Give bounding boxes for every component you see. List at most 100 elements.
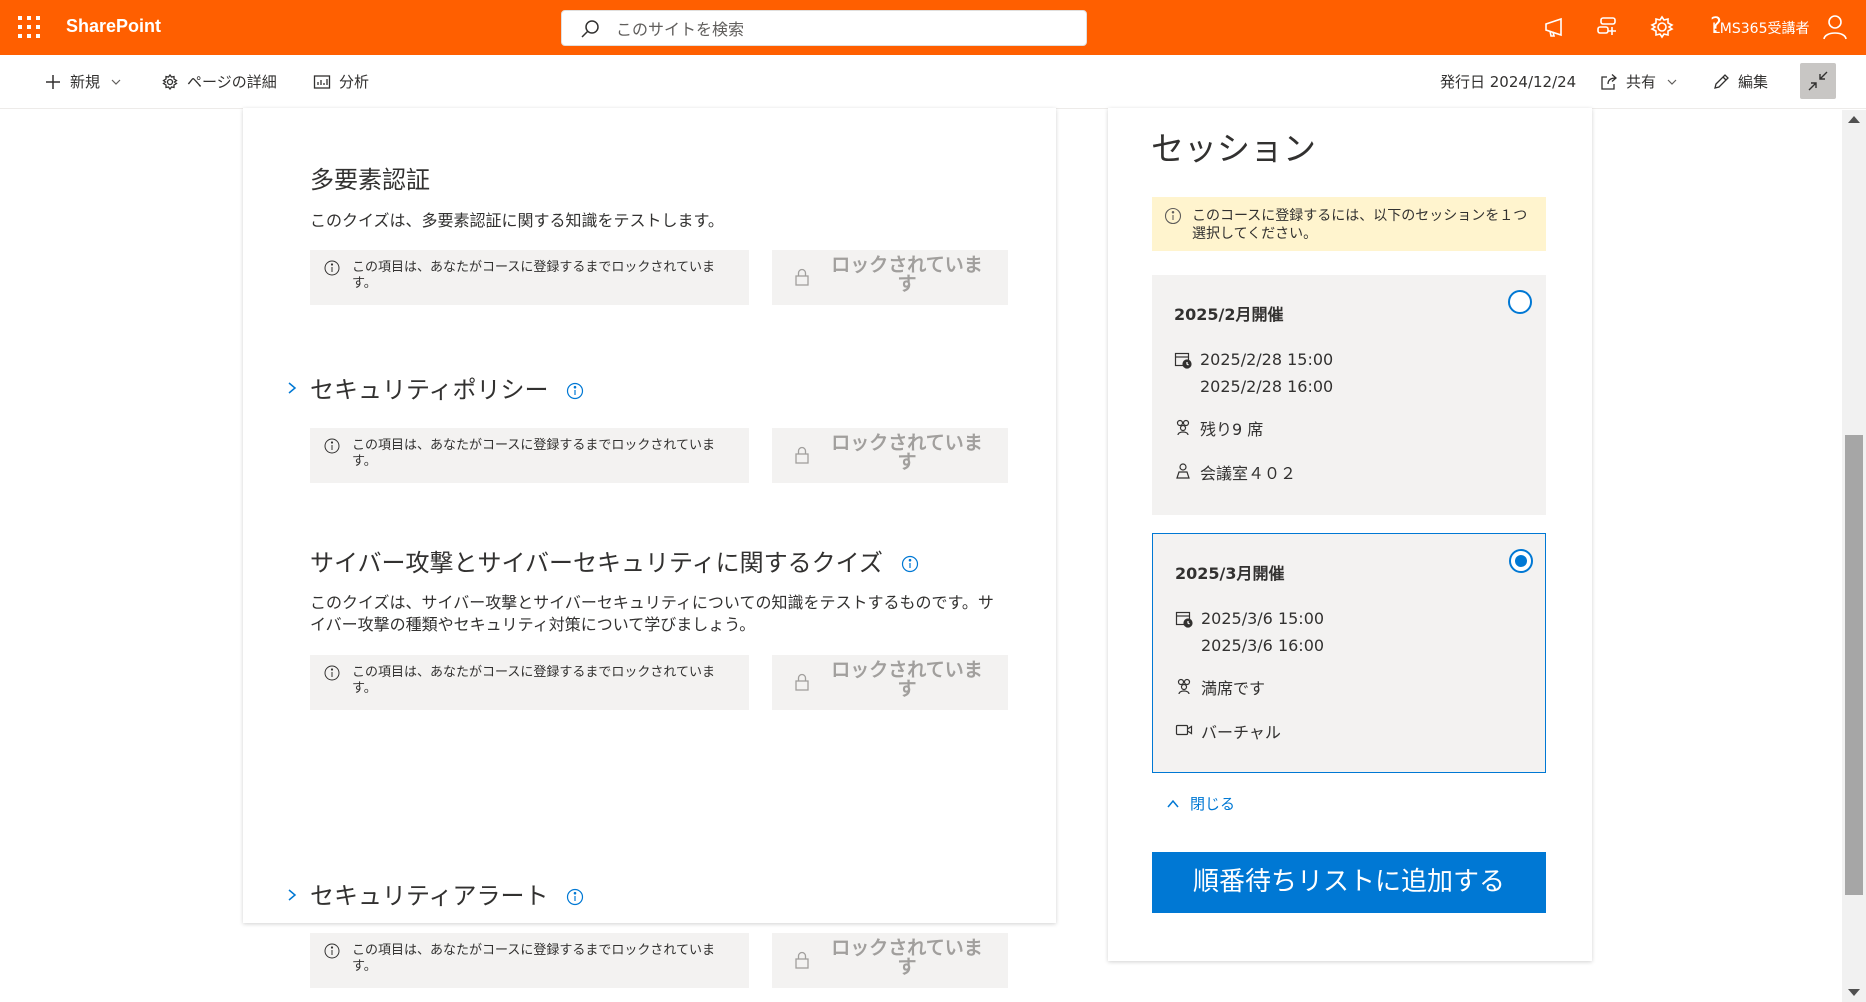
info-icon xyxy=(324,260,340,276)
megaphone-icon[interactable] xyxy=(1541,13,1569,41)
radio-dot xyxy=(1515,555,1527,567)
page-scrollbar[interactable] xyxy=(1842,110,1866,1002)
section-title-text: サイバー攻撃とサイバーセキュリティに関するクイズ xyxy=(310,549,883,577)
people-icon xyxy=(1177,678,1191,695)
scroll-up-icon[interactable] xyxy=(1848,116,1860,123)
session-location: バーチャル xyxy=(1175,719,1281,743)
locked-button[interactable]: ロックされています xyxy=(772,655,1008,710)
info-icon xyxy=(1164,207,1182,225)
session-name: 2025/3月開催 xyxy=(1175,564,1285,583)
lock-note-text: この項目は、あなたがコースに登録するまでロックされています。 xyxy=(352,260,715,291)
session-schedule: 2025/3/6 15:00 2025/3/6 16:00 xyxy=(1175,608,1324,659)
search-icon xyxy=(581,20,599,38)
search-input[interactable] xyxy=(614,16,1074,42)
app-launcher-icon[interactable] xyxy=(16,14,42,40)
session-name: 2025/2月開催 xyxy=(1174,305,1284,324)
warning-text: このコースに登録するには、以下のセッションを１つ選択してください。 xyxy=(1192,208,1528,242)
section-description: このクイズは、多要素認証に関する知識をテストします。 xyxy=(310,211,724,230)
session-radio[interactable] xyxy=(1508,290,1532,314)
user-avatar-icon[interactable] xyxy=(1822,14,1848,40)
locked-button[interactable]: ロックされています xyxy=(772,250,1008,305)
locked-button[interactable]: ロックされています xyxy=(772,933,1008,988)
share-label: 共有 xyxy=(1626,73,1657,91)
analytics-button[interactable]: 分析 xyxy=(313,71,369,92)
scroll-down-icon[interactable] xyxy=(1848,989,1860,996)
warning-message: このコースに登録するには、以下のセッションを１つ選択してください。 xyxy=(1152,197,1546,251)
section-title[interactable]: セキュリティアラート xyxy=(310,876,584,911)
chevron-down-icon xyxy=(1667,79,1677,85)
lock-note-text: この項目は、あなたがコースに登録するまでロックされています。 xyxy=(352,438,715,469)
session-end: 2025/2/28 16:00 xyxy=(1200,377,1334,396)
locked-button[interactable]: ロックされています xyxy=(772,428,1008,483)
lock-icon xyxy=(795,673,809,691)
info-icon[interactable] xyxy=(566,888,584,906)
lock-icon xyxy=(795,268,809,286)
analytics-label: 分析 xyxy=(339,73,370,91)
suite-bar: SharePoint ? LMS365受講者 xyxy=(0,0,1866,55)
chevron-down-icon xyxy=(111,79,121,85)
lock-note: この項目は、あなたがコースに登録するまでロックされています。 xyxy=(310,655,749,710)
course-content-card: 多要素認証 このクイズは、多要素認証に関する知識をテストします。 この項目は、あ… xyxy=(243,108,1056,923)
session-seats: 残り9 席 xyxy=(1174,416,1263,440)
pencil-icon xyxy=(1714,73,1729,89)
settings-gear-icon[interactable] xyxy=(1648,13,1676,41)
section-title-text: セキュリティアラート xyxy=(310,882,549,910)
section-title[interactable]: サイバー攻撃とサイバーセキュリティに関するクイズ xyxy=(310,543,919,578)
session-option-selected[interactable]: 2025/3月開催 2025/3/6 15:00 2025/3/6 16:00 … xyxy=(1152,533,1546,773)
command-bar: 新規 ページの詳細 分析 発行日 2024/12/24 共有 編集 xyxy=(0,55,1866,109)
scroll-thumb[interactable] xyxy=(1845,435,1863,895)
calendar-clock-icon xyxy=(1174,352,1192,369)
section-description: このクイズは、サイバー攻撃とサイバーセキュリティについての知識をテストするもので… xyxy=(310,593,994,634)
edit-label: 編集 xyxy=(1738,73,1769,91)
info-icon xyxy=(324,665,340,681)
location-person-icon xyxy=(1176,463,1190,479)
info-icon[interactable] xyxy=(901,555,919,573)
chevron-up-icon xyxy=(1167,799,1179,807)
info-icon xyxy=(324,943,340,959)
user-name[interactable]: LMS365受講者 xyxy=(1712,18,1810,38)
share-icon xyxy=(1601,73,1617,90)
page-details-button[interactable]: ページの詳細 xyxy=(161,71,277,92)
new-label: 新規 xyxy=(70,73,101,91)
page-details-label: ページの詳細 xyxy=(187,73,277,91)
info-icon[interactable] xyxy=(566,382,584,400)
session-schedule: 2025/2/28 15:00 2025/2/28 16:00 xyxy=(1174,349,1333,400)
section-title: 多要素認証 xyxy=(310,166,430,194)
brand-name[interactable]: SharePoint xyxy=(66,16,161,37)
session-option[interactable]: 2025/2月開催 2025/2/28 15:00 2025/2/28 16:0… xyxy=(1152,275,1546,515)
session-radio-selected[interactable] xyxy=(1509,549,1533,573)
analytics-icon xyxy=(313,74,331,89)
lock-icon xyxy=(795,951,809,969)
search-box[interactable] xyxy=(561,10,1087,46)
people-icon xyxy=(1176,419,1190,436)
chevron-right-icon[interactable] xyxy=(285,888,299,902)
lock-note-text: この項目は、あなたがコースに登録するまでロックされています。 xyxy=(352,943,715,974)
info-icon xyxy=(324,438,340,454)
add-to-waitlist-button[interactable]: 順番待ちリストに追加する xyxy=(1152,852,1546,913)
locked-button-label: ロックされています xyxy=(831,937,983,978)
collapse-button[interactable] xyxy=(1800,63,1836,99)
section-title-text: セキュリティポリシー xyxy=(310,376,549,404)
gear-icon xyxy=(162,73,178,90)
calendar-clock-icon xyxy=(1175,611,1193,628)
collapse-arrows-icon xyxy=(1808,71,1828,91)
locked-button-label: ロックされています xyxy=(831,254,983,295)
new-button[interactable]: 新規 xyxy=(44,71,122,92)
share-button[interactable]: 共有 xyxy=(1600,71,1678,92)
chevron-right-icon[interactable] xyxy=(285,381,299,395)
share-feed-icon[interactable] xyxy=(1594,13,1622,41)
session-end: 2025/3/6 16:00 xyxy=(1201,636,1325,655)
edit-button[interactable]: 編集 xyxy=(1712,71,1768,92)
session-seats: 満席です xyxy=(1175,675,1265,699)
lock-icon xyxy=(795,446,809,464)
session-location: 会議室４０２ xyxy=(1174,460,1296,484)
locked-button-label: ロックされています xyxy=(831,432,983,473)
lock-note: この項目は、あなたがコースに登録するまでロックされています。 xyxy=(310,250,749,305)
close-sessions-link[interactable]: 閉じる xyxy=(1166,793,1235,814)
lock-note: この項目は、あなたがコースに登録するまでロックされています。 xyxy=(310,428,749,483)
section-title[interactable]: セキュリティポリシー xyxy=(310,370,584,405)
published-date: 発行日 2024/12/24 xyxy=(1440,73,1577,91)
lock-note-text: この項目は、あなたがコースに登録するまでロックされています。 xyxy=(352,665,715,696)
locked-button-label: ロックされています xyxy=(831,659,983,700)
plus-icon xyxy=(46,74,60,89)
